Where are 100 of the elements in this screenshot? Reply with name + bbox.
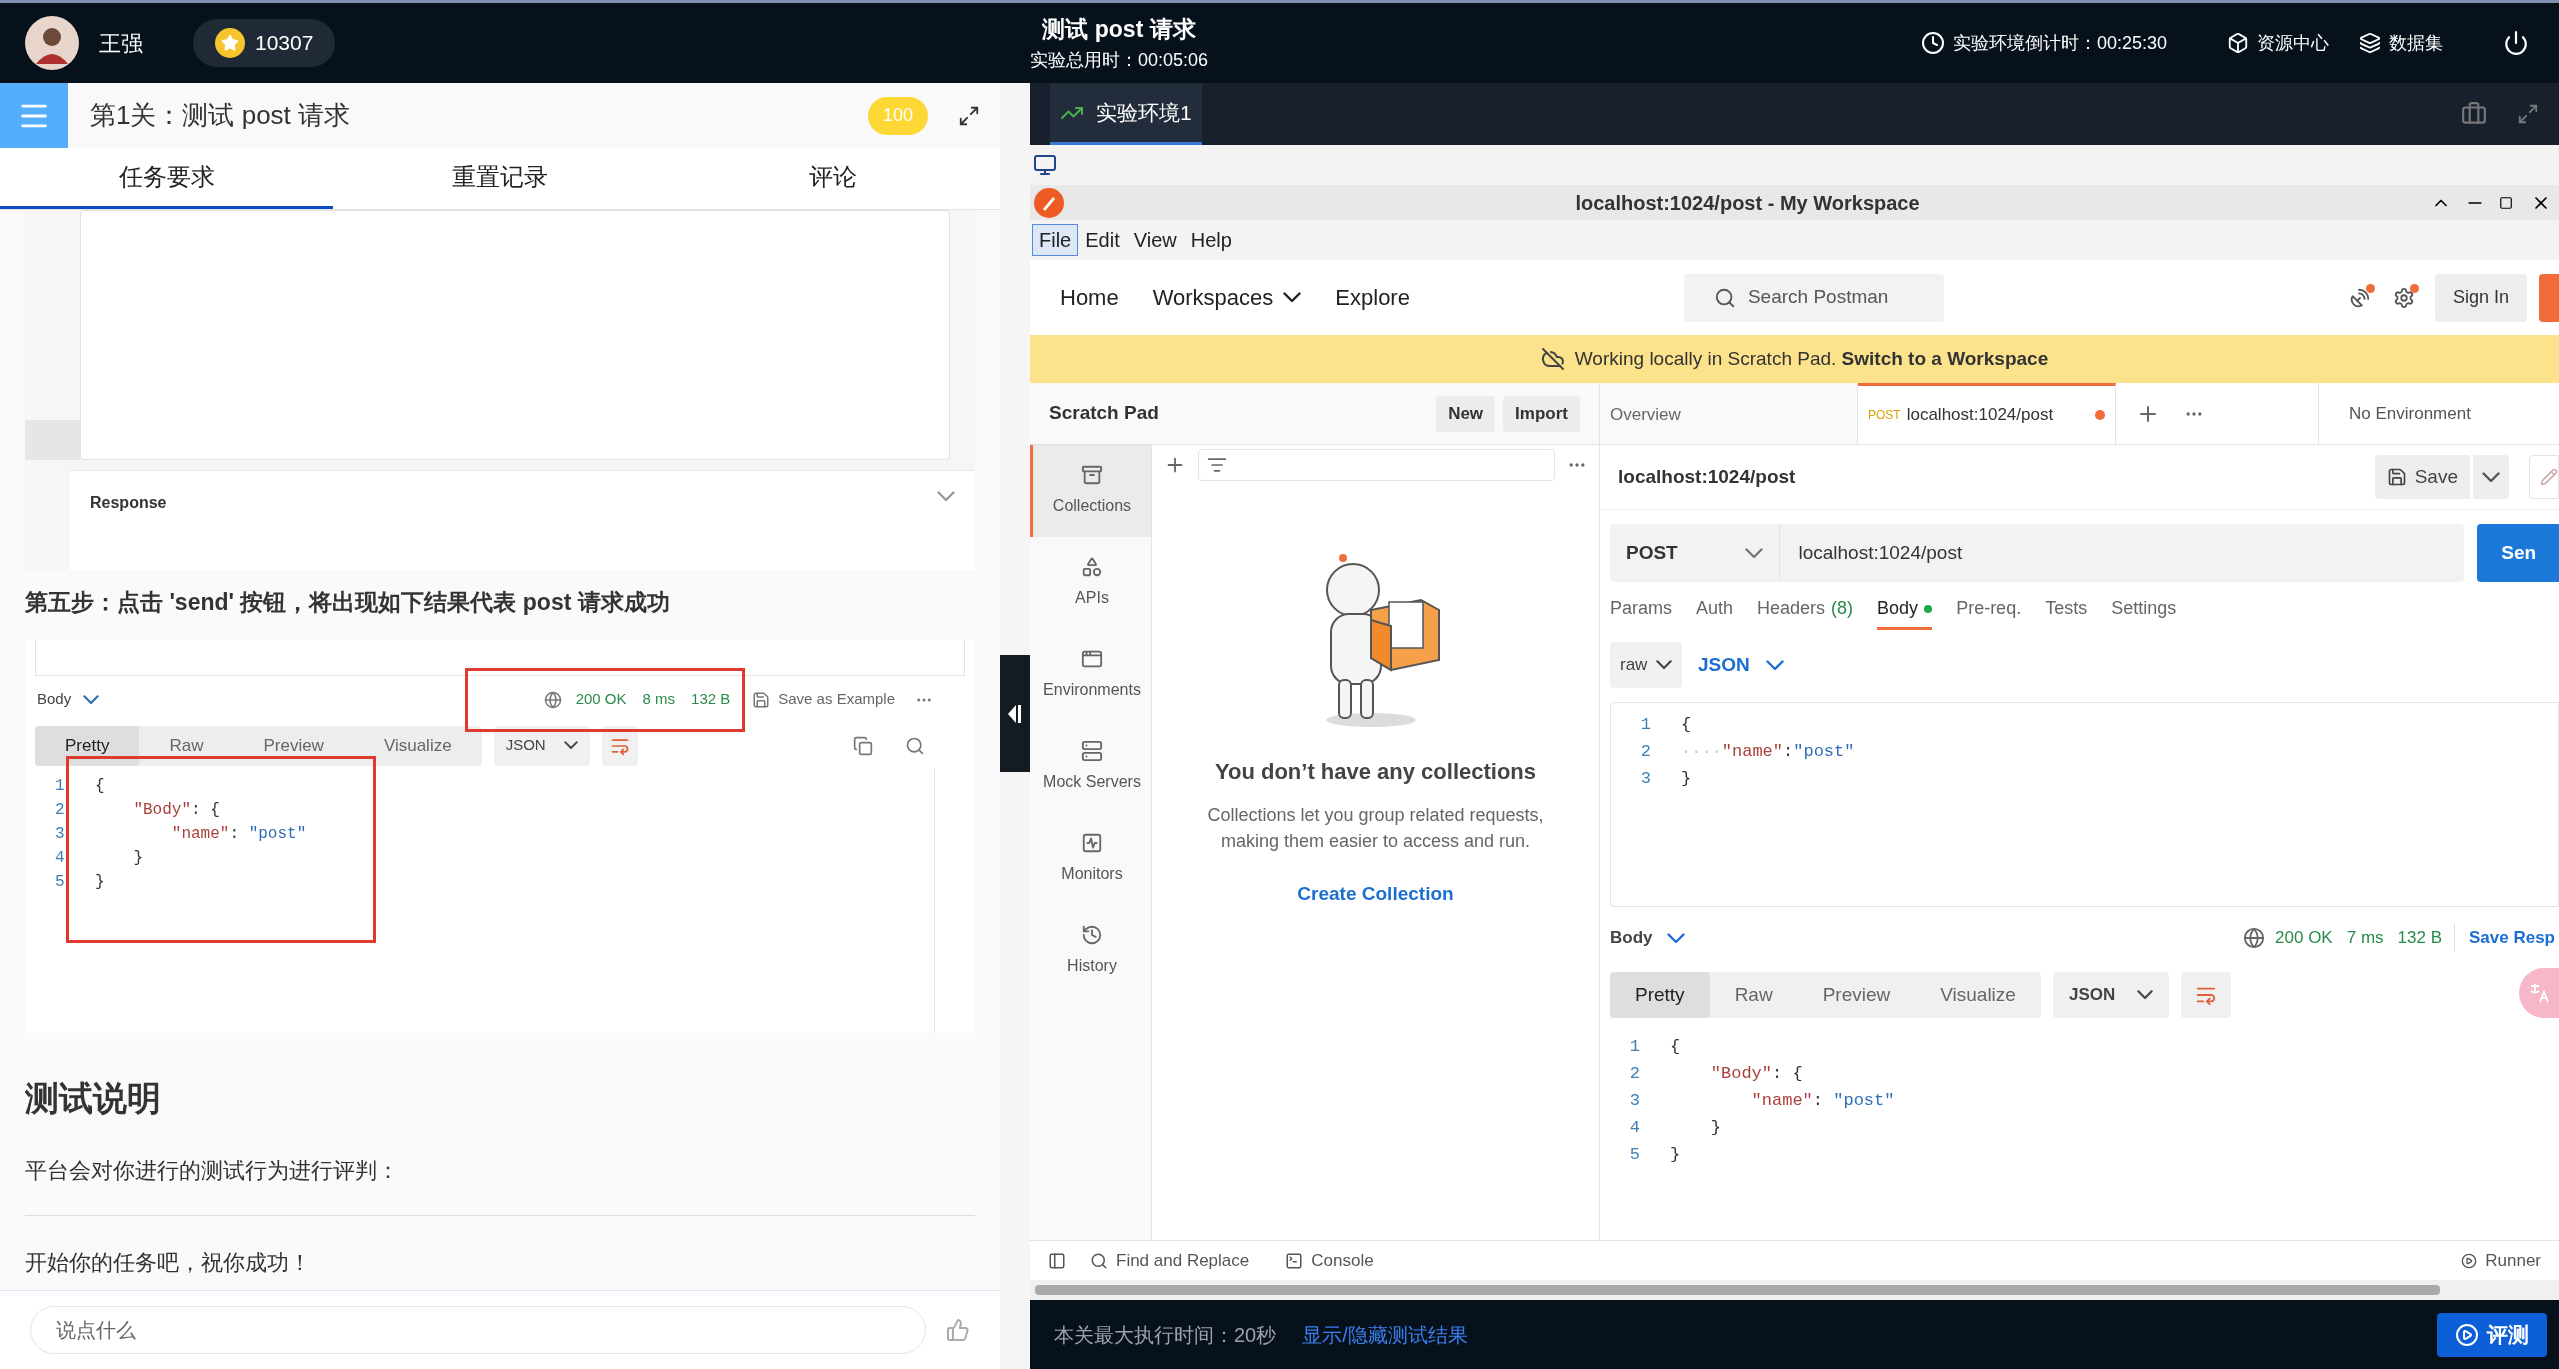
line-number: 1 xyxy=(1639,713,1652,736)
tab[interactable]: 评论 xyxy=(666,148,1000,209)
view-tab[interactable]: Pretty xyxy=(1610,972,1710,1018)
request-option-tab[interactable]: Body xyxy=(1877,590,1933,630)
copy-icon[interactable] xyxy=(853,735,873,756)
menu-item[interactable]: View xyxy=(1126,224,1184,256)
line-number: 4 xyxy=(1628,1116,1641,1139)
code-line: "Body": { xyxy=(1709,1062,1803,1085)
menu-item[interactable]: Help xyxy=(1183,224,1239,256)
banner-text: Working locally in Scratch Pad. Switch to a Workspace xyxy=(1574,346,2049,371)
request-tab[interactable]: POST localhost:1024/post xyxy=(1858,383,2116,444)
nav-link[interactable]: 资源中心 xyxy=(2227,29,2329,57)
expand-icon[interactable] xyxy=(958,104,980,127)
toggle-results-link[interactable]: 显示/隐藏测试结果 xyxy=(1302,1319,1468,1350)
create-collection-link[interactable]: Create Collection xyxy=(1297,880,1454,909)
nav-item[interactable]: Explore xyxy=(1335,281,1410,314)
search-icon xyxy=(1713,286,1736,309)
search-field[interactable]: Search Postman xyxy=(1683,273,1944,322)
view-tab[interactable]: Visualize xyxy=(353,725,482,766)
request-option-tab[interactable]: Tests xyxy=(2045,590,2088,630)
body-format-dropdown[interactable]: JSON xyxy=(1698,650,1784,680)
status-bar-item[interactable]: Console xyxy=(1285,1247,1374,1274)
code-line: } xyxy=(1670,1143,1681,1166)
sidebar-toggle-icon[interactable] xyxy=(1048,1251,1066,1270)
power-icon[interactable] xyxy=(2503,30,2529,56)
chevron-icon xyxy=(937,491,955,502)
wrap-button[interactable] xyxy=(601,725,638,766)
computer-icon[interactable] xyxy=(1033,153,1057,177)
time-text: 7 ms xyxy=(2346,927,2384,950)
menu-item[interactable]: File xyxy=(1032,224,1079,256)
globe-icon xyxy=(2243,927,2266,949)
environment-tab[interactable]: 实验环境1 xyxy=(1050,83,1202,145)
sidebar-item[interactable]: APIs xyxy=(1030,537,1151,629)
chevron-icon xyxy=(1765,659,1784,671)
view-tab[interactable]: Raw xyxy=(139,725,234,766)
section-heading: 测试说明 xyxy=(25,1077,162,1119)
filter-field[interactable] xyxy=(1198,449,1555,481)
comment-field[interactable]: 说点什么 xyxy=(30,1306,927,1354)
sign-in-button[interactable]: Sign In xyxy=(2434,273,2527,322)
send-button[interactable]: Sen xyxy=(2477,524,2559,582)
sidebar-item[interactable]: Mock Servers xyxy=(1030,721,1151,813)
sidebar-item[interactable]: Environments xyxy=(1030,629,1151,721)
save-example-link[interactable]: Save as Example xyxy=(778,688,895,711)
settings-icon[interactable] xyxy=(2392,286,2415,309)
avatar[interactable] xyxy=(25,16,79,70)
view-tab[interactable]: Preview xyxy=(233,725,354,766)
toolbox-icon[interactable] xyxy=(2461,101,2487,127)
sidebar-item[interactable]: Monitors xyxy=(1030,813,1151,905)
code-line: { xyxy=(1670,1035,1681,1058)
time-limit: 本关最大执行时间：20秒 xyxy=(1054,1322,1277,1348)
chevron-icon xyxy=(1745,547,1764,559)
environment-selector[interactable]: No Environment xyxy=(2319,383,2559,444)
method-dropdown[interactable]: POST xyxy=(1610,524,1781,582)
request-option-tab[interactable]: Auth xyxy=(1696,590,1734,630)
translate-icon xyxy=(2528,982,2550,1004)
status-bar-item[interactable]: Runner xyxy=(2461,1247,2541,1274)
format-dropdown[interactable]: JSON xyxy=(2052,972,2170,1018)
sidebar-item[interactable]: History xyxy=(1030,905,1151,997)
tab[interactable]: 重置记录 xyxy=(333,148,667,209)
save-icon xyxy=(2386,467,2407,487)
save-response-link[interactable]: Save Resp xyxy=(2469,925,2555,951)
scrollbar[interactable] xyxy=(1035,1285,2440,1295)
menu-item[interactable]: Edit xyxy=(1078,224,1127,256)
toolbar-button[interactable]: New xyxy=(1436,395,1496,432)
save-options-button[interactable] xyxy=(2473,455,2509,499)
url-field[interactable]: localhost:1024/post xyxy=(1780,524,2465,582)
request-option-tab[interactable]: Headers (8) xyxy=(1757,590,1854,630)
body-dropdown[interactable]: Body xyxy=(1610,925,1653,951)
view-tab[interactable]: Pretty xyxy=(35,725,140,766)
clock-icon xyxy=(1920,31,1945,55)
code-line: { xyxy=(95,775,105,797)
request-body-editor[interactable]: 1 { 2 ····"name":"post" 3 } xyxy=(1610,702,2559,907)
view-tab[interactable]: Visualize xyxy=(1915,972,2041,1018)
collapse-handle[interactable] xyxy=(1000,655,1030,772)
code-line: } xyxy=(132,847,143,869)
body-mode-dropdown[interactable]: raw xyxy=(1610,642,1682,688)
line-number: 2 xyxy=(55,799,66,821)
request-option-tab[interactable]: Pre-req. xyxy=(1956,590,2022,630)
evaluate-button[interactable]: 评测 xyxy=(2437,1312,2547,1357)
view-tab[interactable]: Preview xyxy=(1797,972,1916,1018)
format-dropdown[interactable]: JSON xyxy=(493,725,590,766)
empty-title: You don’t have any collections xyxy=(1214,758,1537,786)
search-icon[interactable] xyxy=(905,735,925,756)
view-tab[interactable]: Raw xyxy=(1709,972,1798,1018)
nav-item[interactable]: Workspaces xyxy=(1152,281,1302,314)
request-option-tab[interactable]: Settings xyxy=(2111,590,2177,630)
request-tab[interactable]: Overview xyxy=(1600,383,1858,444)
code-line: "name": "post" xyxy=(1750,1089,1895,1112)
save-button[interactable]: Save xyxy=(2374,455,2470,499)
wrap-button[interactable] xyxy=(2181,972,2232,1018)
request-option-tab[interactable]: Params xyxy=(1610,590,1672,630)
code-line: } xyxy=(1709,1116,1721,1139)
status-bar-item[interactable]: Find and Replace xyxy=(1090,1247,1250,1274)
maximize-icon[interactable] xyxy=(2499,195,2513,210)
nav-link[interactable]: 数据集 xyxy=(2359,29,2443,57)
create-account-button[interactable] xyxy=(2539,273,2559,322)
toolbar-button[interactable]: Import xyxy=(1503,395,1580,432)
satellite-icon[interactable] xyxy=(2348,286,2371,309)
nav-item[interactable]: Home xyxy=(1060,281,1119,314)
sidebar-item[interactable]: Collections xyxy=(1030,445,1151,537)
